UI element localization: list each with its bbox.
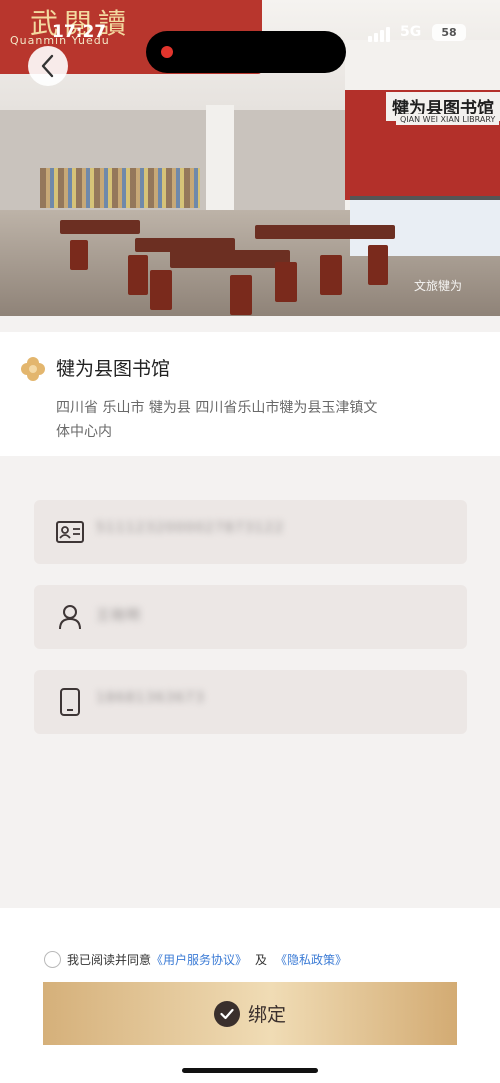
home-indicator: [182, 1068, 318, 1073]
check-icon: [213, 1000, 240, 1027]
privacy-policy-link[interactable]: 《隐私政策》: [275, 951, 347, 968]
service-agreement-link[interactable]: 《用户服务协议》: [151, 951, 247, 968]
back-button[interactable]: [28, 46, 68, 86]
id-card-icon: [56, 518, 84, 546]
phone-value: 18681363673: [96, 690, 205, 706]
id-card-field[interactable]: 5111232000027873122: [34, 500, 467, 564]
bottom-bar: 我已阅读并同意 《用户服务协议》 及 《隐私政策》 绑定: [0, 908, 500, 1083]
battery-icon: 58: [432, 24, 466, 41]
bind-button[interactable]: 绑定: [43, 982, 457, 1045]
id-number-value: 5111232000027873122: [96, 520, 285, 536]
library-name: 犍为县图书馆: [56, 358, 171, 380]
library-info-card: 犍为县图书馆 四川省 乐山市 犍为县 四川省乐山市犍为县玉津镇文体中心内: [0, 332, 500, 456]
name-value: 王晓明: [96, 608, 141, 624]
clock: 17:27: [52, 22, 107, 42]
agree-checkbox[interactable]: [44, 950, 61, 968]
status-bar: 17:27 5G 58: [0, 18, 500, 73]
user-icon: [56, 603, 84, 631]
watermark: 文旅犍为: [414, 279, 463, 293]
phone-icon: [56, 688, 84, 716]
recording-indicator: [161, 46, 173, 58]
name-field[interactable]: 王晓明: [34, 585, 467, 649]
bind-button-label: 绑定: [247, 1004, 286, 1026]
agreement-row: 我已阅读并同意 《用户服务协议》 及 《隐私政策》: [44, 949, 347, 969]
library-address: 四川省 乐山市 犍为县 四川省乐山市犍为县玉津镇文体中心内: [56, 400, 378, 440]
agreement-connector: 及: [255, 952, 268, 967]
library-logo-icon: [21, 357, 45, 381]
phone-field[interactable]: 18681363673: [34, 670, 467, 734]
chevron-left-icon: [41, 54, 54, 78]
agreement-text: 我已阅读并同意: [67, 952, 152, 967]
signal-icon: [368, 26, 392, 42]
dynamic-island: [146, 31, 346, 73]
network-type: 5G: [400, 24, 422, 40]
